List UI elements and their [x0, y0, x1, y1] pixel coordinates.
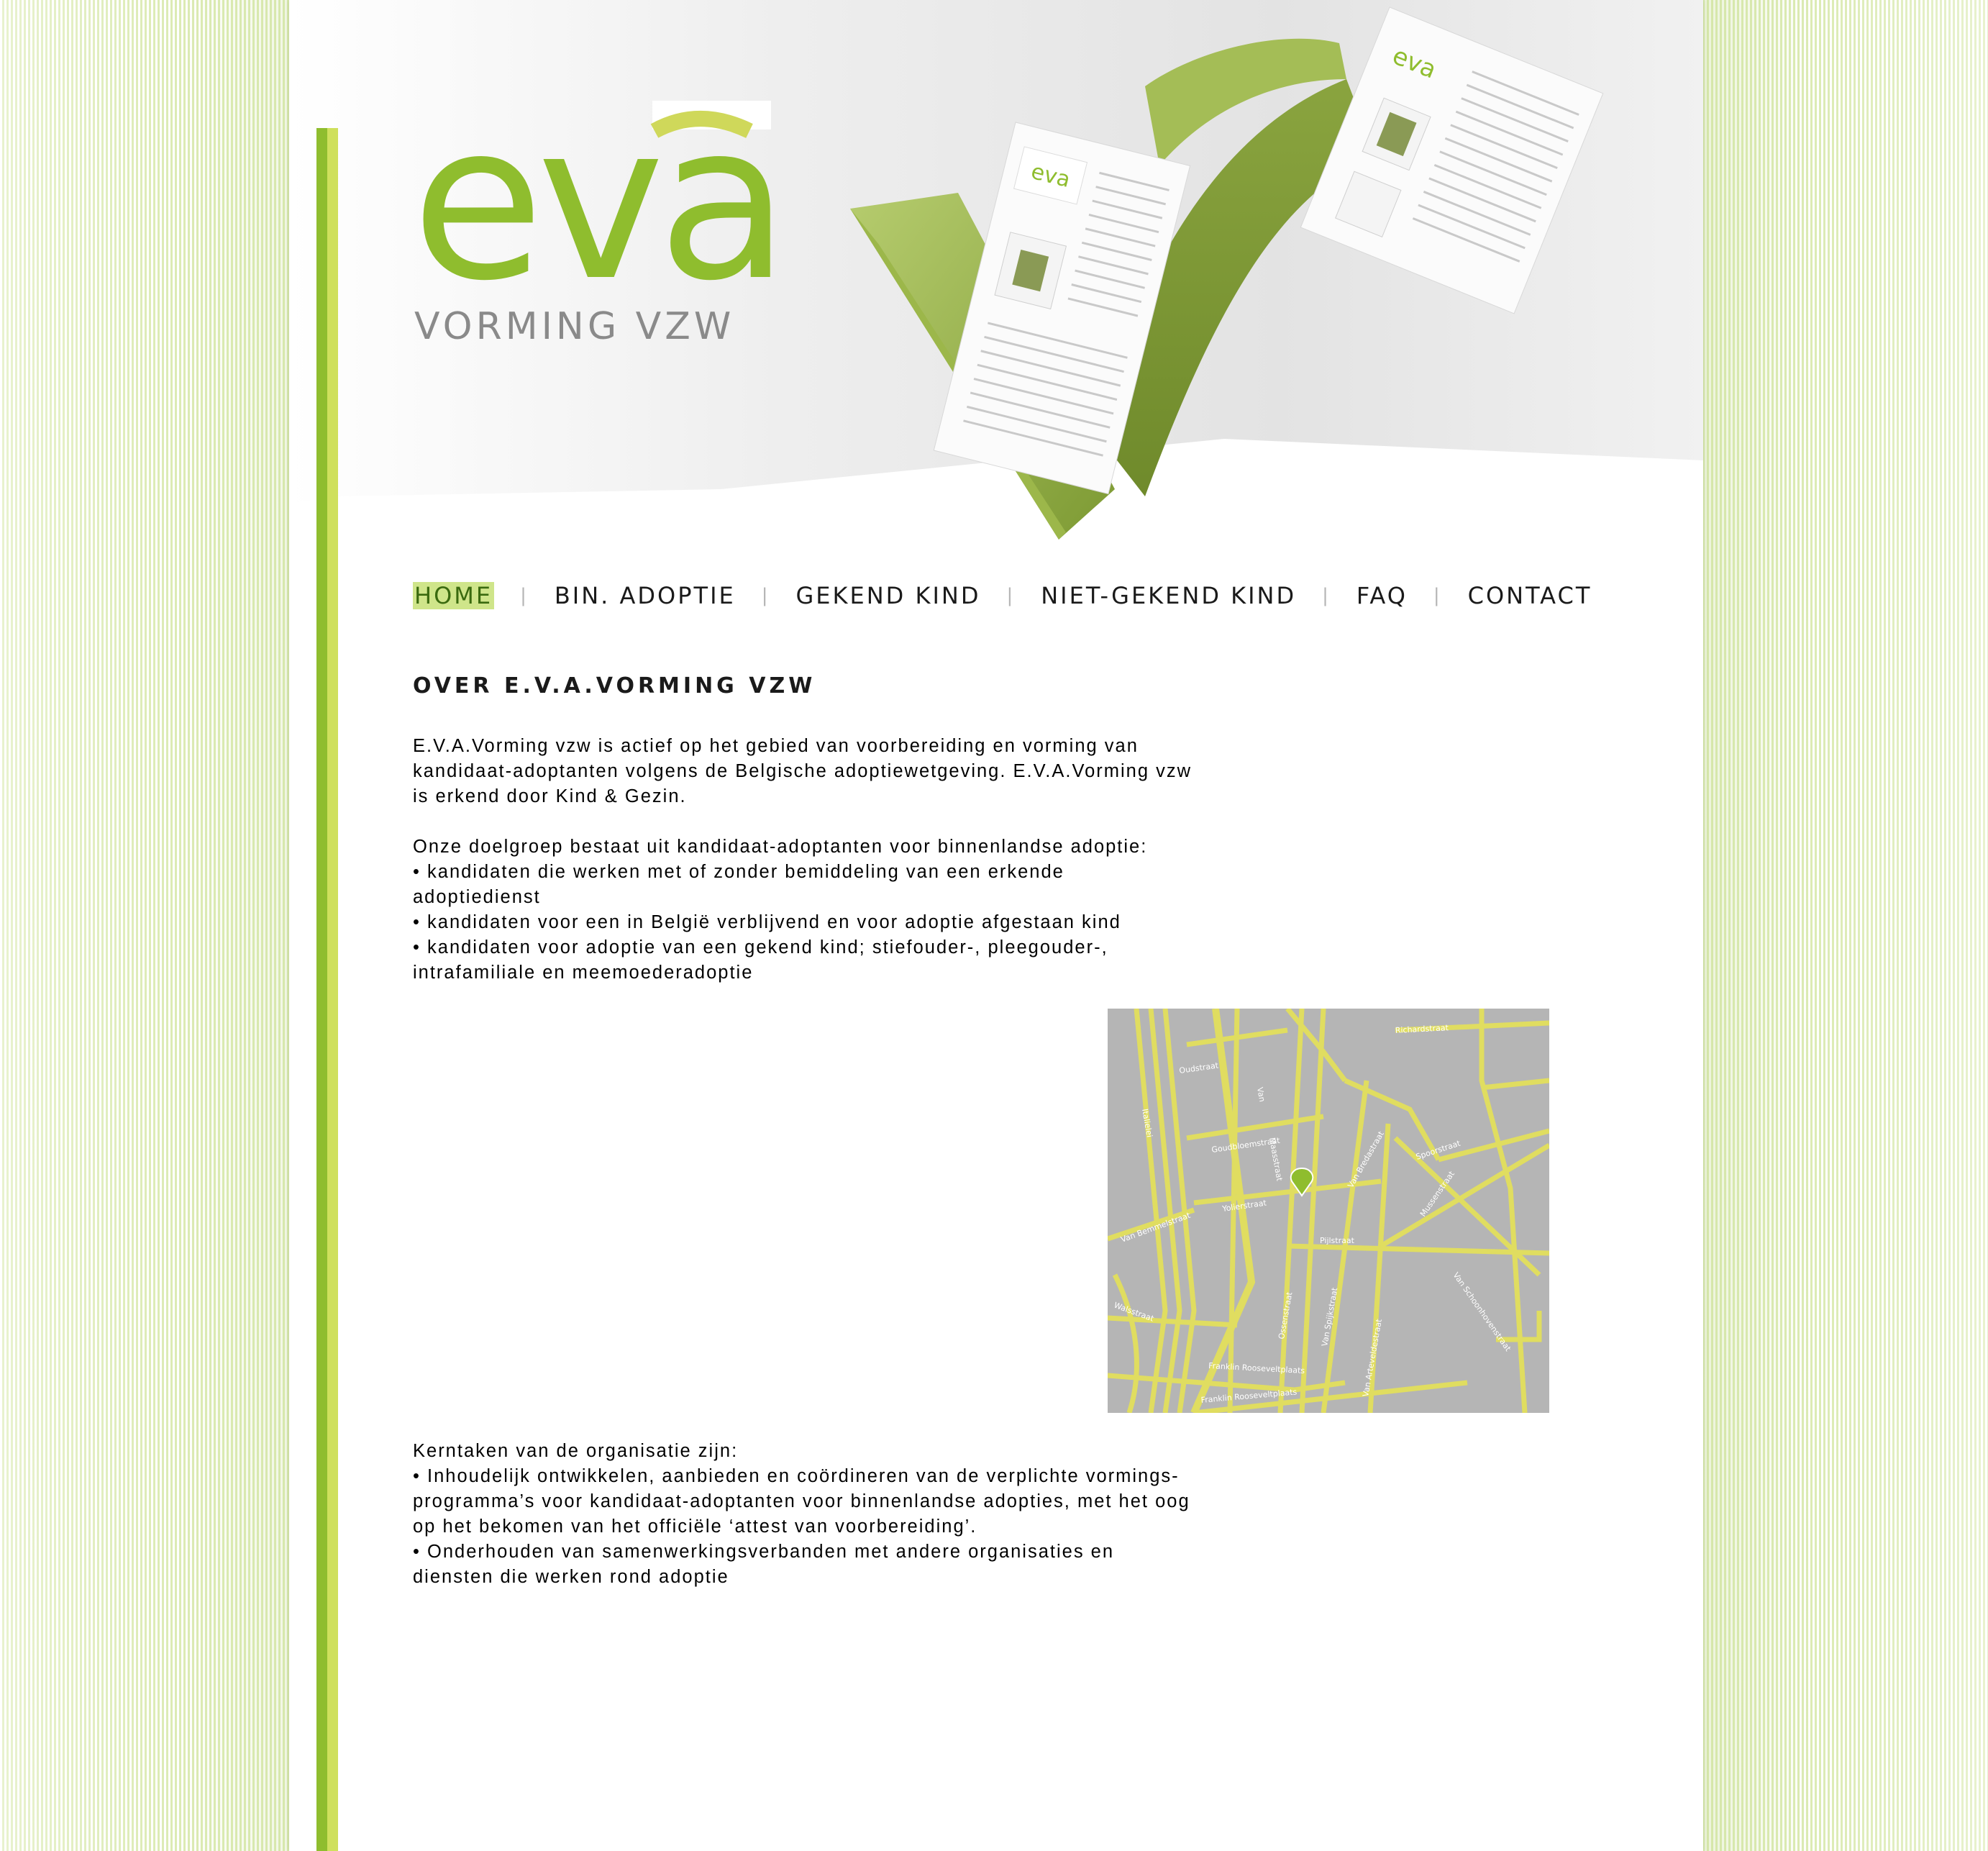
svg-text:Richardstraat: Richardstraat: [1395, 1023, 1449, 1035]
nav-separator: |: [1433, 585, 1442, 606]
svg-text:Pijlstraat: Pijlstraat: [1320, 1236, 1355, 1245]
target-group-paragraph: Onze doelgroep bestaat uit kandidaat-ado…: [413, 837, 1148, 983]
nav-contact[interactable]: CONTACT: [1468, 582, 1592, 609]
svg-text:Van: Van: [1255, 1086, 1267, 1102]
svg-text:Franklin Rooseveltplaats: Franklin Rooseveltplaats: [1208, 1361, 1305, 1375]
core-tasks-paragraph: Kerntaken van de organisatie zijn: • Inh…: [413, 1441, 1190, 1587]
location-map[interactable]: Richardstraat Oudstraat Van Maasstraat G…: [1108, 1009, 1549, 1413]
svg-text:Van Schoonhovenstraat: Van Schoonhovenstraat: [1451, 1270, 1513, 1353]
nav-separator: |: [761, 585, 770, 606]
logo-subtitle: VORMING VZW: [414, 305, 735, 348]
nav-separator: |: [1006, 585, 1016, 606]
nav-separator: |: [520, 585, 529, 606]
page-title: OVER E.V.A.VORMING VZW: [413, 673, 816, 699]
nav-faq[interactable]: FAQ: [1357, 582, 1408, 609]
map-illustration: Richardstraat Oudstraat Van Maasstraat G…: [1108, 1009, 1549, 1413]
intro-paragraph: E.V.A.Vorming vzw is actief op het gebie…: [413, 736, 1193, 806]
page-content: OVER E.V.A.VORMING VZW: [413, 673, 1204, 699]
nav-gekend-kind[interactable]: GEKEND KIND: [796, 582, 981, 609]
nav-home[interactable]: HOME: [413, 582, 495, 609]
nav-niet-gekend-kind[interactable]: NIET-GEKEND KIND: [1041, 582, 1296, 609]
svg-text:Ossenstraat: Ossenstraat: [1277, 1291, 1294, 1340]
left-accent-bar: [316, 128, 338, 1851]
right-stripe-background: [1703, 0, 1988, 1851]
eva-logo[interactable]: eva: [411, 101, 771, 295]
svg-text:Oudstraat: Oudstraat: [1179, 1060, 1220, 1075]
svg-text:eva: eva: [411, 101, 771, 295]
nav-bin-adoptie[interactable]: BIN. ADOPTIE: [555, 582, 736, 609]
main-nav: HOME | BIN. ADOPTIE | GEKEND KIND | NIET…: [413, 581, 1693, 610]
left-stripe-background: [0, 0, 289, 1851]
page-container: eva eva eva VORMING VZW HOME | BIN. ADOP…: [289, 0, 1703, 1851]
nav-separator: |: [1322, 585, 1331, 606]
svg-text:Italielei: Italielei: [1140, 1108, 1154, 1138]
